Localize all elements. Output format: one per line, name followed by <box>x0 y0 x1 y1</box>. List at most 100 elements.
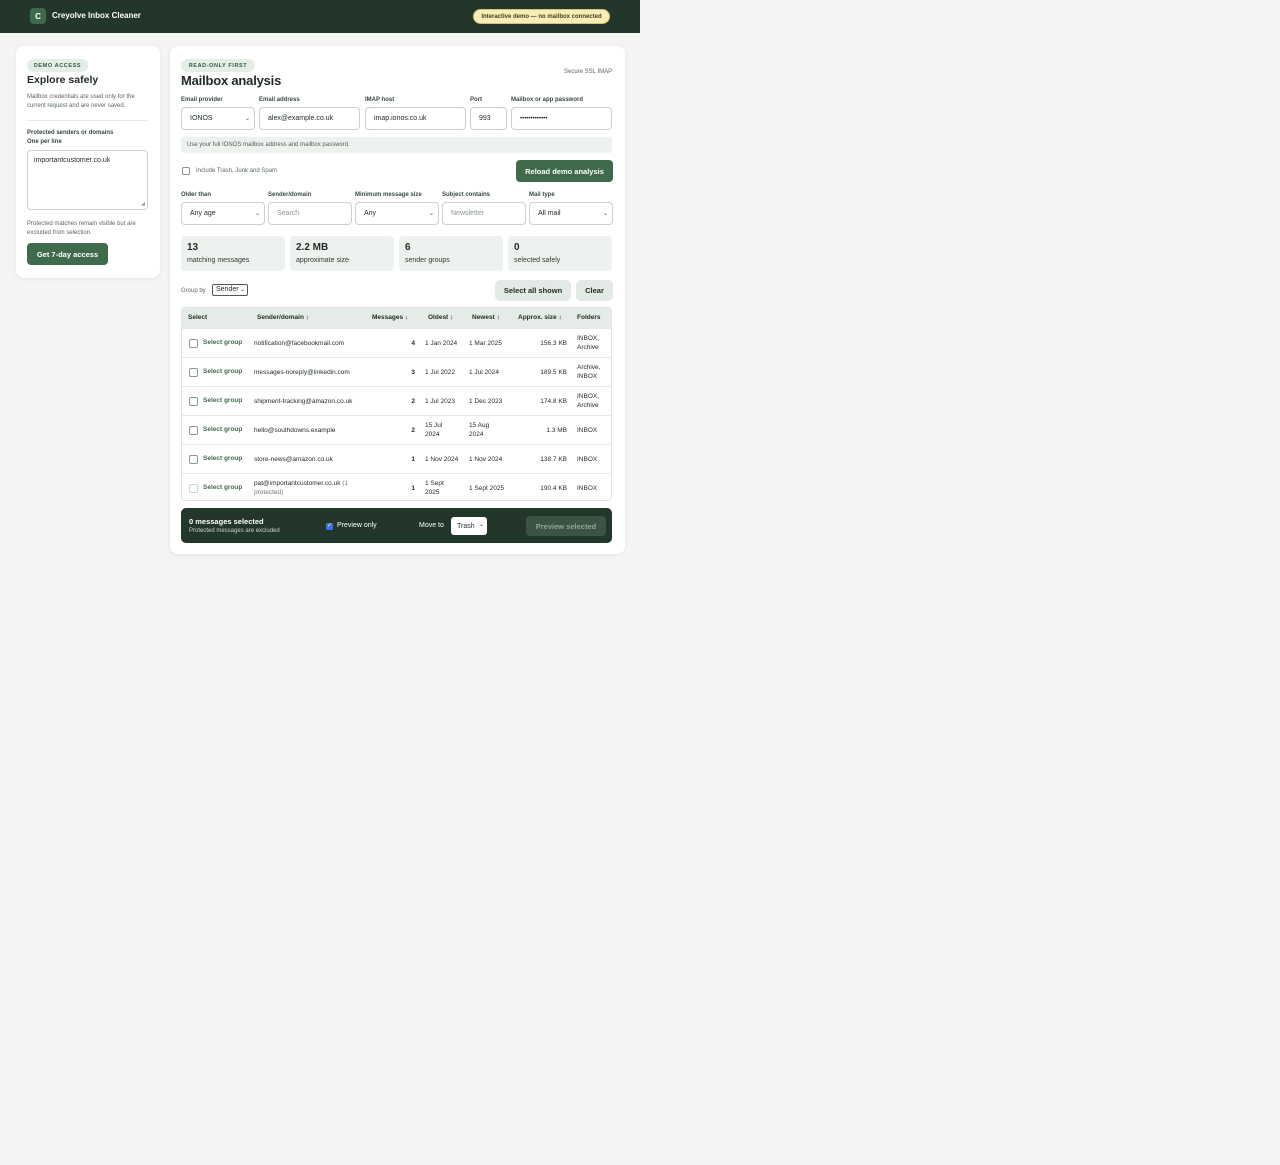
stat-value: 6 <box>405 242 411 253</box>
chevron-down-icon: ⌄ <box>428 211 434 217</box>
folders-cell: INBOX, Archive <box>577 393 600 409</box>
folders-cell: INBOX <box>577 485 598 492</box>
group-by-select[interactable]: Sender ⌄ <box>212 284 248 296</box>
min-size-value: Any <box>364 210 377 217</box>
header-size[interactable]: Approx. size ↕ <box>518 314 562 321</box>
select-group-link[interactable]: Select group <box>203 397 242 404</box>
header-select: Select <box>188 314 208 321</box>
table-row: Select group pat@importantcustomer.co.uk … <box>182 473 611 500</box>
size-cell: 190.4 KB <box>540 485 567 492</box>
messages-cell: 3 <box>411 369 415 376</box>
resize-grip-icon[interactable]: ◢ <box>141 201 145 207</box>
stat-value: 2.2 MB <box>296 242 329 253</box>
older-than-select[interactable]: Any age ⌄ <box>181 202 265 225</box>
port-label: Port <box>470 97 482 103</box>
stat-caption: approximate size <box>296 257 349 264</box>
newest-cell: 1 Jul 2024 <box>469 369 499 376</box>
connection-hint: Use your full IONOS mailbox address and … <box>181 137 612 153</box>
oldest-cell: 1 Jan 2024 <box>425 340 458 347</box>
selected-count: 0 messages selected <box>189 517 264 526</box>
demo-status-badge: Interactive demo — no mailbox connected <box>473 9 610 24</box>
subject-input[interactable]: Newsletter <box>442 202 526 225</box>
select-group-link[interactable]: Select group <box>203 339 242 346</box>
stat-selected: 0 selected safely <box>508 236 612 271</box>
min-size-select[interactable]: Any ⌄ <box>355 202 439 225</box>
preview-selected-button[interactable]: Preview selected <box>526 516 606 536</box>
newest-cell: 1 Sept 2025 <box>469 485 505 492</box>
select-group-link[interactable]: Select group <box>203 455 242 462</box>
header-sender[interactable]: Sender/domain ↕ <box>257 314 309 321</box>
sender-groups-table: Select Sender/domain ↕ Messages ↓ Oldest… <box>181 307 612 501</box>
size-cell: 189.5 KB <box>540 369 567 376</box>
include-trash-checkbox[interactable] <box>182 167 190 175</box>
ssl-note: Secure SSL IMAP <box>564 69 613 75</box>
chevron-down-icon: ⌄ <box>478 522 484 528</box>
row-checkbox[interactable] <box>189 397 198 406</box>
protected-senders-sublabel: One per line <box>27 139 62 145</box>
table-row: Select group shipment-tracking@amazon.co.… <box>182 386 611 415</box>
preview-only-checkbox[interactable]: ✓ <box>326 523 333 530</box>
imap-host-field[interactable]: imap.ionos.co.uk <box>365 107 466 130</box>
header-messages[interactable]: Messages ↓ <box>372 314 408 321</box>
stat-value: 13 <box>187 242 199 253</box>
selection-action-bar: 0 messages selected Protected messages a… <box>181 508 612 543</box>
row-checkbox[interactable] <box>189 339 198 348</box>
oldest-cell: 15 Jul 2024 <box>425 422 443 438</box>
sender-cell: messages-noreply@linkedin.com <box>254 369 350 376</box>
provider-select[interactable]: IONOS ⌄ <box>181 107 255 130</box>
sender-search-input[interactable]: Search <box>268 202 352 225</box>
protected-senders-textarea[interactable]: importantcustomer.co.uk ◢ <box>27 150 148 210</box>
select-group-link[interactable]: Select group <box>203 484 242 491</box>
select-all-button[interactable]: Select all shown <box>495 280 571 301</box>
mail-type-select[interactable]: All mail ⌄ <box>529 202 613 225</box>
table-header: Select Sender/domain ↕ Messages ↓ Oldest… <box>182 308 611 328</box>
selected-sub: Protected messages are excluded <box>189 528 280 534</box>
stat-caption: sender groups <box>405 257 450 264</box>
select-group-link[interactable]: Select group <box>203 426 242 433</box>
size-cell: 156.3 KB <box>540 340 567 347</box>
row-checkbox[interactable] <box>189 368 198 377</box>
password-field[interactable]: ••••••••••••• <box>511 107 612 130</box>
row-checkbox[interactable] <box>189 426 198 435</box>
folders-cell: INBOX <box>577 456 598 463</box>
sender-cell: pat@importantcustomer.co.uk (1 protected… <box>254 479 364 497</box>
size-cell: 174.8 KB <box>540 398 567 405</box>
older-than-value: Any age <box>190 210 216 217</box>
group-by-value: Sender <box>216 286 239 293</box>
select-group-link[interactable]: Select group <box>203 368 242 375</box>
reload-analysis-button[interactable]: Reload demo analysis <box>516 160 613 182</box>
move-to-select[interactable]: Trash ⌄ <box>451 517 487 535</box>
header-oldest[interactable]: Oldest ↕ <box>428 314 453 321</box>
messages-cell: 1 <box>411 485 415 492</box>
sidebar-divider <box>27 120 147 121</box>
move-to-label: Move to <box>419 522 444 529</box>
oldest-cell: 1 Sept 2025 <box>425 480 444 496</box>
move-to-value: Trash <box>457 522 475 530</box>
port-field[interactable]: 993 <box>470 107 507 130</box>
get-access-button[interactable]: Get 7-day access <box>27 243 108 265</box>
email-label: Email address <box>259 97 300 103</box>
row-checkbox[interactable] <box>189 455 198 464</box>
header-folders: Folders <box>577 314 601 321</box>
chevron-down-icon: ⌄ <box>254 211 260 217</box>
older-than-label: Older than <box>181 192 212 198</box>
oldest-cell: 1 Jul 2023 <box>425 398 455 405</box>
newest-cell: 1 Mar 2025 <box>469 340 502 347</box>
clear-button[interactable]: Clear <box>576 280 613 301</box>
table-row: Select group messages-noreply@linkedin.co… <box>182 357 611 386</box>
chevron-down-icon: ⌄ <box>244 116 250 122</box>
email-field[interactable]: alex@example.co.uk <box>259 107 360 130</box>
subject-label: Subject contains <box>442 192 491 198</box>
mail-type-label: Mail type <box>529 192 555 198</box>
sidebar-title: Explore safely <box>27 74 99 86</box>
table-row: Select group notification@facebookmail.co… <box>182 328 611 357</box>
provider-value: IONOS <box>190 115 213 122</box>
table-row: Select group store-news@amazon.co.uk 1 1 No… <box>182 444 611 473</box>
stat-size: 2.2 MB approximate size <box>290 236 394 271</box>
newest-cell: 1 Dec 2023 <box>469 398 503 405</box>
preview-only-label: Preview only <box>337 522 377 529</box>
stat-matching: 13 matching messages <box>181 236 285 271</box>
folders-cell: INBOX <box>577 427 598 434</box>
header-newest[interactable]: Newest ↕ <box>472 314 500 321</box>
provider-label: Email provider <box>181 97 223 103</box>
